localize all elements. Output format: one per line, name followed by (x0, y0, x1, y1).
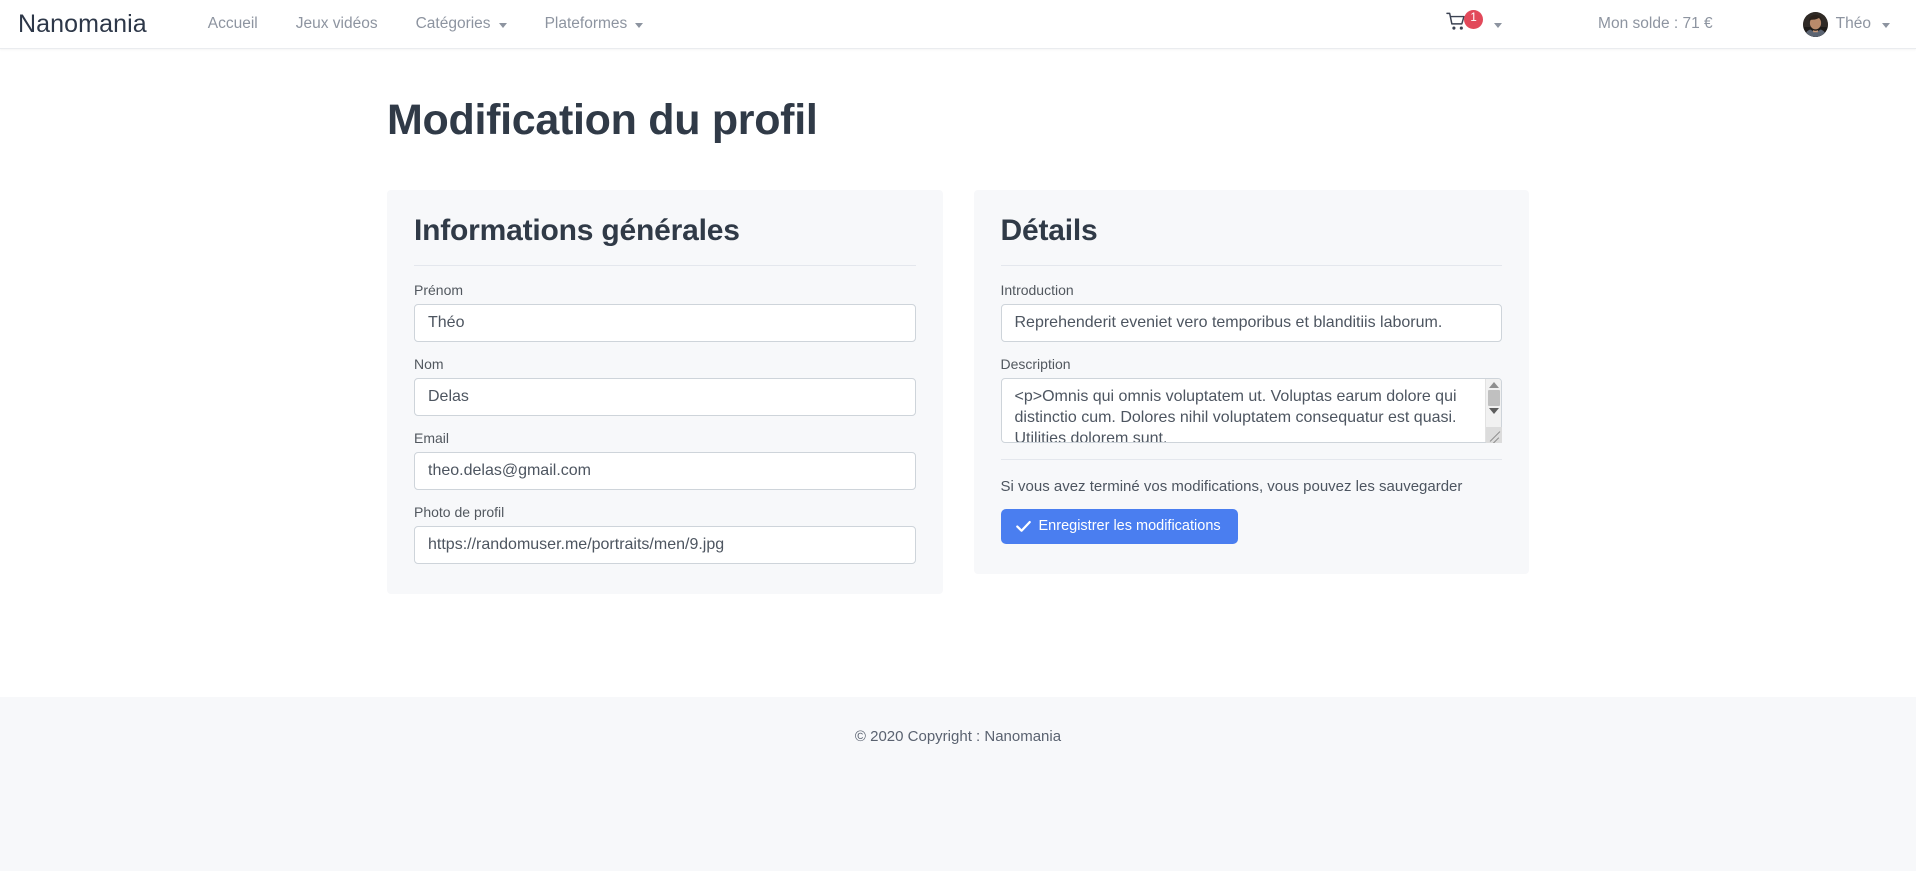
description-textarea[interactable]: <p>Omnis qui omnis voluptatem ut. Volupt… (1000, 378, 1502, 444)
email-input[interactable] (414, 452, 916, 491)
nav-link-label: Catégories (415, 15, 491, 32)
save-changes-label: Enregistrer les modifications (1038, 518, 1221, 535)
field-label-email: Email (414, 430, 450, 447)
nav-link-accueil[interactable]: Accueil (189, 7, 277, 41)
user-menu-button[interactable]: Théo (1799, 10, 1894, 39)
balance-label: Mon solde : 71 € (1598, 15, 1713, 32)
introduction-input[interactable] (1000, 304, 1502, 343)
save-hint-text: Si vous avez terminé vos modifications, … (1000, 478, 1463, 496)
field-description: Description <p>Omnis qui omnis voluptate… (1000, 356, 1502, 444)
nav-link-jeux-videos[interactable]: Jeux vidéos (277, 7, 397, 41)
field-firstname: Prénom (414, 282, 916, 343)
nav-dropdown-categories[interactable]: Catégories (397, 7, 526, 41)
navbar-right-section: 1 Mon solde : 71 € Théo (1436, 8, 1894, 40)
copyright-text: © 2020 Copyright : Nanomania (854, 728, 1062, 745)
field-label-description: Description (1000, 356, 1071, 373)
primary-nav: Accueil Jeux vidéos Catégories Plateform… (189, 7, 663, 41)
chevron-down-icon (498, 22, 507, 28)
scrollbar-thumb[interactable] (1487, 390, 1500, 407)
scroll-down-arrow-icon[interactable] (1488, 408, 1499, 415)
textarea-resize-handle[interactable] (1486, 427, 1502, 444)
nav-link-label: Plateformes (544, 15, 628, 32)
description-textarea-wrapper: <p>Omnis qui omnis voluptatem ut. Volupt… (1000, 378, 1502, 444)
nav-link-label: Jeux vidéos (295, 15, 378, 32)
avatar-url-input[interactable] (414, 526, 916, 565)
general-info-card: Informations générales Prénom Nom Email … (387, 190, 943, 595)
scroll-up-arrow-icon[interactable] (1488, 382, 1499, 389)
firstname-input[interactable] (414, 304, 916, 343)
field-avatar-url: Photo de profil (414, 504, 916, 565)
field-email: Email (414, 430, 916, 491)
chevron-down-icon (1494, 22, 1503, 28)
avatar (1802, 11, 1828, 37)
general-info-title: Informations générales (414, 214, 740, 248)
field-lastname: Nom (414, 356, 916, 417)
divider (1000, 459, 1502, 461)
field-introduction: Introduction (1000, 282, 1502, 343)
check-icon (1015, 520, 1031, 533)
brand-logo[interactable]: Nanomania (18, 10, 147, 39)
save-changes-button[interactable]: Enregistrer les modifications (1000, 509, 1238, 544)
user-menu-label: Théo (1835, 15, 1871, 32)
field-label-introduction: Introduction (1000, 282, 1074, 299)
nav-dropdown-plateformes[interactable]: Plateformes (526, 7, 663, 41)
cart-dropdown-button[interactable]: 1 (1436, 8, 1512, 40)
field-label-avatar-url: Photo de profil (414, 504, 505, 521)
site-footer: © 2020 Copyright : Nanomania (0, 697, 1916, 871)
page-content: Modification du profil Informations géné… (0, 49, 1916, 697)
cart-count-badge: 1 (1464, 9, 1484, 29)
form-cards-row: Informations générales Prénom Nom Email … (387, 190, 1529, 595)
main-navbar: Nanomania Accueil Jeux vidéos Catégories… (0, 0, 1916, 49)
field-label-lastname: Nom (414, 356, 444, 373)
chevron-down-icon (1882, 22, 1890, 28)
nav-link-label: Accueil (207, 15, 258, 32)
details-title: Détails (1000, 214, 1098, 248)
details-card: Détails Introduction Description <p>Omni… (973, 190, 1529, 574)
divider (414, 265, 916, 267)
page-title: Modification du profil (387, 96, 818, 144)
content-container: Modification du profil Informations géné… (387, 49, 1529, 595)
chevron-down-icon (635, 22, 644, 28)
lastname-input[interactable] (414, 378, 916, 417)
field-label-firstname: Prénom (414, 282, 464, 299)
divider (1000, 265, 1502, 267)
